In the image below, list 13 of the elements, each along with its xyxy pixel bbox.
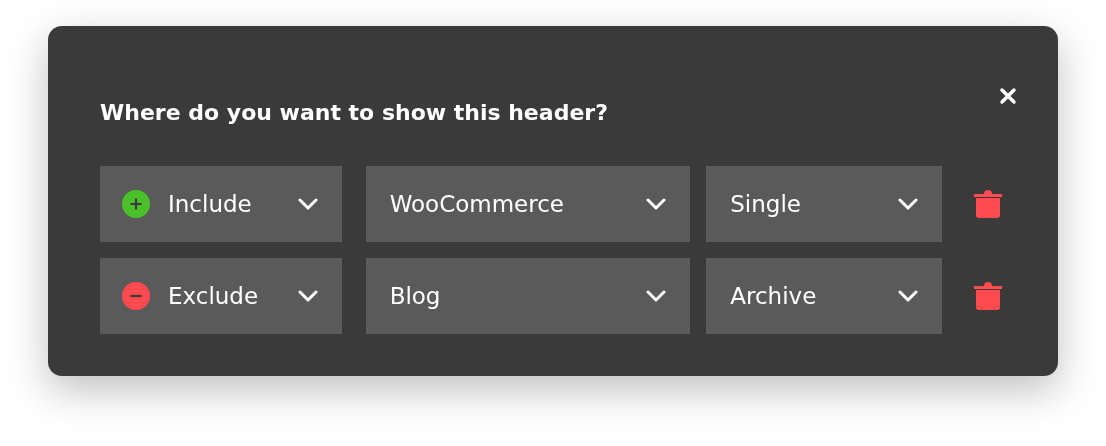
- chevron-down-icon: [898, 290, 918, 303]
- dialog-title: Where do you want to show this header?: [100, 100, 609, 127]
- mode-dropdown[interactable]: Include: [100, 166, 342, 243]
- chevron-down-icon: [297, 290, 318, 303]
- chevron-down-icon: [646, 290, 667, 303]
- chevron-down-icon: [898, 198, 918, 211]
- chevron-down-icon: [297, 198, 318, 211]
- source-dropdown[interactable]: Blog: [365, 258, 691, 335]
- scope-dropdown[interactable]: Archive: [706, 258, 942, 335]
- source-dropdown[interactable]: WooCommerce: [365, 166, 691, 243]
- mode-dropdown[interactable]: Exclude: [100, 258, 342, 335]
- chevron-down-icon: [646, 198, 667, 211]
- scope-dropdown[interactable]: Single: [706, 166, 942, 243]
